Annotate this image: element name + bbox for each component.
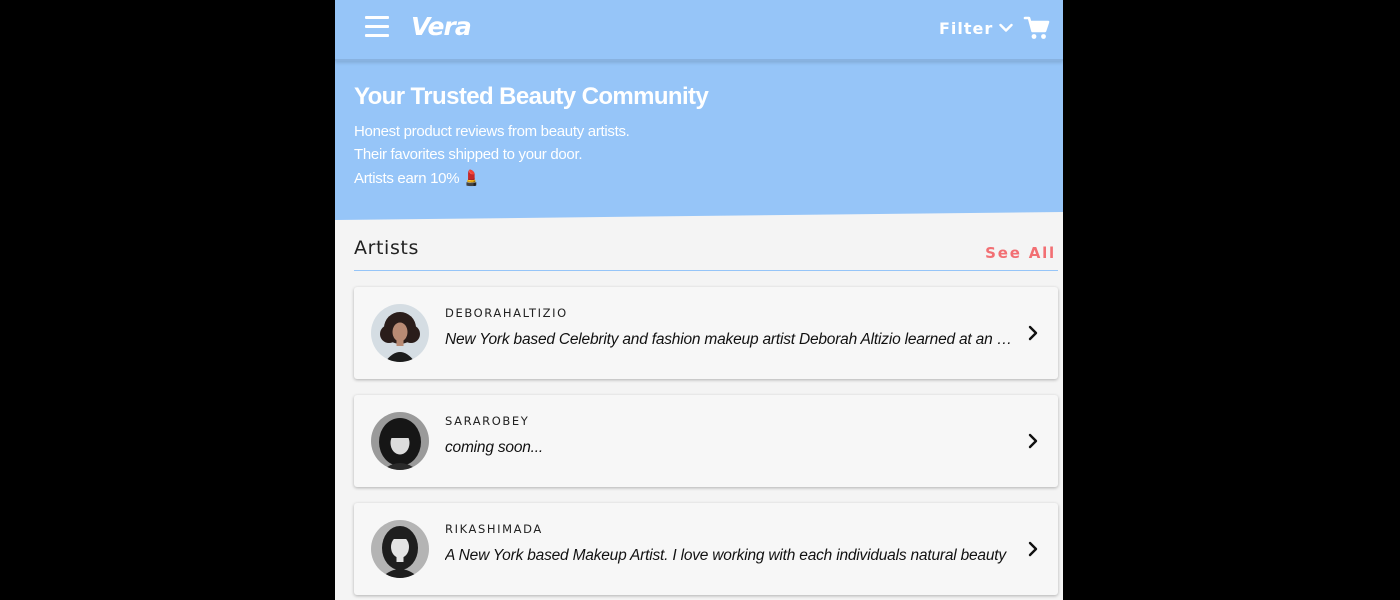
avatar [371, 304, 429, 362]
shopping-cart-icon[interactable] [1023, 15, 1051, 41]
artist-card[interactable]: DEBORAHALTIZIO New York based Celebrity … [354, 287, 1058, 379]
chevron-down-icon [999, 23, 1013, 32]
hero-tagline-1: Honest product reviews from beauty artis… [354, 123, 630, 140]
hamburger-menu-icon[interactable] [363, 14, 391, 40]
chevron-right-icon [1028, 433, 1038, 449]
see-all-link[interactable]: See All [985, 244, 1056, 262]
hero-banner: Your Trusted Beauty Community Honest pro… [335, 59, 1063, 220]
filter-button[interactable]: Filter [939, 17, 1013, 39]
hero-title: Your Trusted Beauty Community [354, 83, 709, 110]
brand-logo[interactable]: Vera [411, 12, 472, 41]
filter-label: Filter [939, 18, 994, 38]
artist-bio: coming soon... [445, 439, 544, 456]
avatar [371, 520, 429, 578]
app-screen: Vera Filter Your Trusted Beauty Communit… [335, 0, 1063, 600]
artist-bio: New York based Celebrity and fashion mak… [445, 331, 1015, 348]
artist-card[interactable]: SARAROBEY coming soon... [354, 395, 1058, 487]
avatar [371, 412, 429, 470]
artist-bio: A New York based Makeup Artist. I love w… [445, 547, 1006, 564]
hero-tagline-3-text: Artists earn 10% [354, 170, 460, 187]
artist-card[interactable]: RIKASHIMADA A New York based Makeup Arti… [354, 503, 1058, 595]
chevron-right-icon [1028, 541, 1038, 557]
chevron-right-icon [1028, 325, 1038, 341]
section-title: Artists [354, 237, 419, 259]
top-app-bar: Vera Filter [335, 0, 1063, 61]
artist-username: RIKASHIMADA [445, 522, 543, 536]
hero-tagline-2: Their favorites shipped to your door. [354, 146, 583, 163]
hero-tagline-3: Artists earn 10% 💄 [354, 169, 481, 187]
artist-username: DEBORAHALTIZIO [445, 306, 568, 320]
artists-section-header: Artists See All [354, 232, 1058, 271]
artist-username: SARAROBEY [445, 414, 530, 428]
lipstick-icon: 💄 [462, 170, 481, 187]
